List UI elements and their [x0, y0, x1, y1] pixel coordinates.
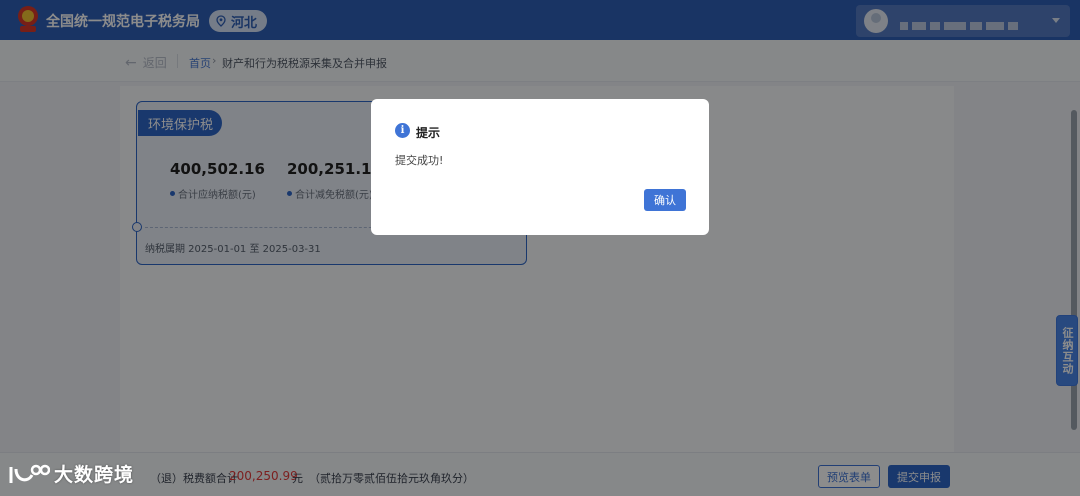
- confirm-button[interactable]: 确认: [644, 189, 686, 211]
- watermark-text: 大数跨境: [54, 464, 135, 486]
- watermark-logo-icon: [9, 464, 50, 483]
- modal-overlay[interactable]: [0, 0, 1080, 496]
- watermark: 大数跨境: [8, 460, 134, 487]
- alert-dialog: i 提示 提交成功! 确认: [371, 99, 709, 235]
- dialog-title: 提示: [416, 126, 441, 140]
- dialog-message: 提交成功!: [395, 154, 444, 167]
- info-icon: i: [395, 123, 410, 138]
